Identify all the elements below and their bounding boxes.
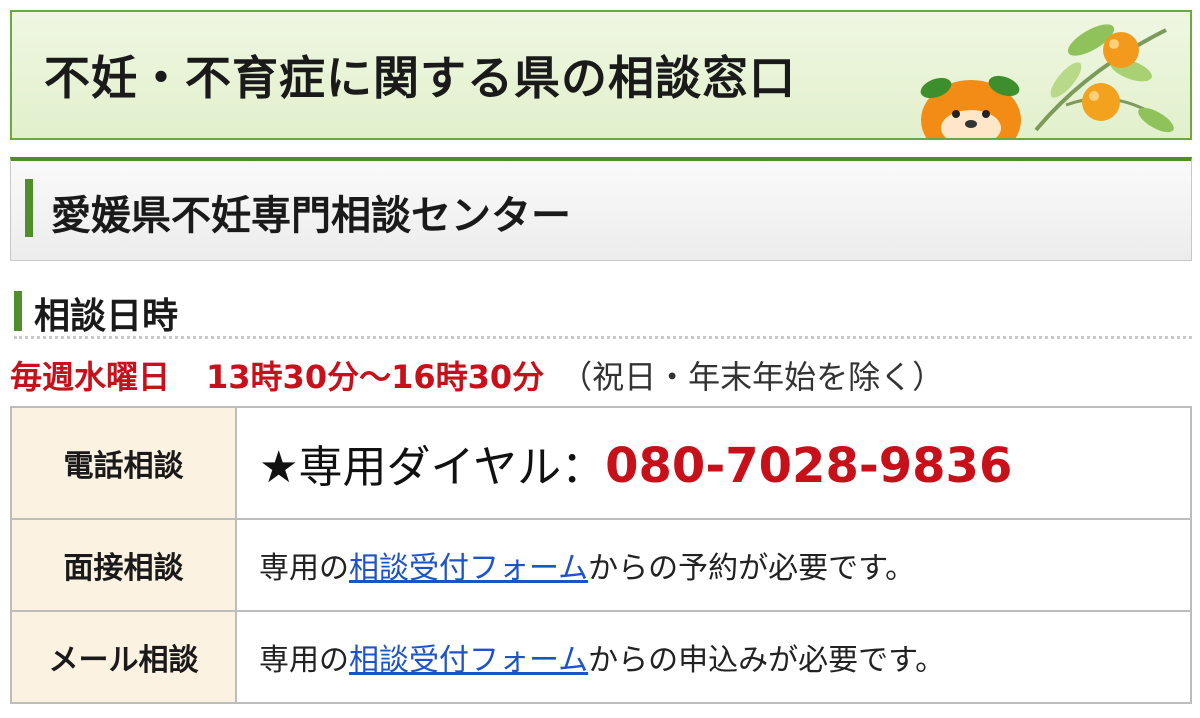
- section-accent-bar: [25, 179, 33, 237]
- row-label-email: メール相談: [10, 610, 237, 704]
- row-label-interview: 面接相談: [10, 518, 237, 612]
- email-text-post: からの申込みが必要です。: [588, 643, 946, 678]
- email-text-pre: 専用の: [259, 643, 349, 678]
- dotted-divider: [14, 336, 1192, 339]
- phone-number-link[interactable]: 080-7028-9836: [605, 438, 1012, 494]
- section-header: 愛媛県不妊専門相談センター: [10, 157, 1192, 261]
- row-value-email: 専用の相談受付フォームからの申込みが必要です。: [235, 610, 1192, 704]
- schedule-heading: 相談日時: [14, 283, 1192, 339]
- schedule-day: 毎週水曜日: [10, 358, 171, 396]
- schedule-heading-title: 相談日時: [34, 296, 179, 337]
- row-value-interview: 専用の相談受付フォームからの予約が必要です。: [235, 518, 1192, 612]
- interview-text-pre: 専用の: [259, 551, 349, 586]
- row-value-phone: ★専用ダイヤル：080-7028-9836: [235, 406, 1192, 520]
- table-row: 面接相談 専用の相談受付フォームからの予約が必要です。: [10, 518, 1192, 612]
- schedule-note: （祝日・年末年始を除く）: [560, 358, 945, 396]
- section-title: 愛媛県不妊専門相談センター: [51, 193, 571, 239]
- page-title: 不妊・不育症に関する県の相談窓口: [44, 51, 796, 105]
- email-form-link[interactable]: 相談受付フォーム: [349, 643, 588, 678]
- interview-form-link[interactable]: 相談受付フォーム: [349, 551, 588, 586]
- page-banner: 不妊・不育症に関する県の相談窓口: [10, 10, 1192, 140]
- interview-text-post: からの予約が必要です。: [588, 551, 916, 586]
- table-row: メール相談 専用の相談受付フォームからの申込みが必要です。: [10, 610, 1192, 704]
- table-row: 電話相談 ★専用ダイヤル：080-7028-9836: [10, 406, 1192, 520]
- consultation-table: 電話相談 ★専用ダイヤル：080-7028-9836 面接相談 専用の相談受付フ…: [10, 406, 1192, 704]
- mikan-mascot-icon: [920, 24, 1174, 138]
- row-label-phone: 電話相談: [10, 406, 237, 520]
- schedule-time: 13時30分〜16時30分: [206, 358, 545, 396]
- phone-prefix: ★専用ダイヤル：: [259, 442, 606, 493]
- subhead-accent-bar: [14, 291, 22, 331]
- schedule-line: 毎週水曜日 13時30分〜16時30分 （祝日・年末年始を除く）: [10, 352, 944, 396]
